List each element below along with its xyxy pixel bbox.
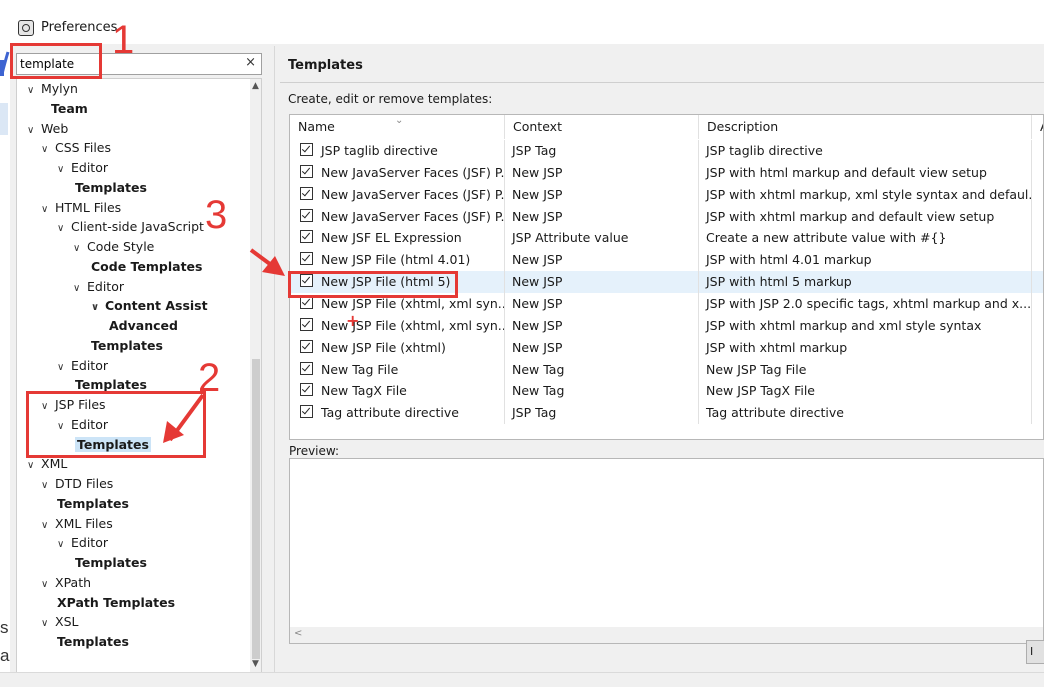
arrow-to-html5-row <box>249 248 285 276</box>
arrow-to-jsp-templates <box>163 393 205 443</box>
arrow-to-search <box>0 51 10 75</box>
annotation-arrows <box>0 51 285 443</box>
